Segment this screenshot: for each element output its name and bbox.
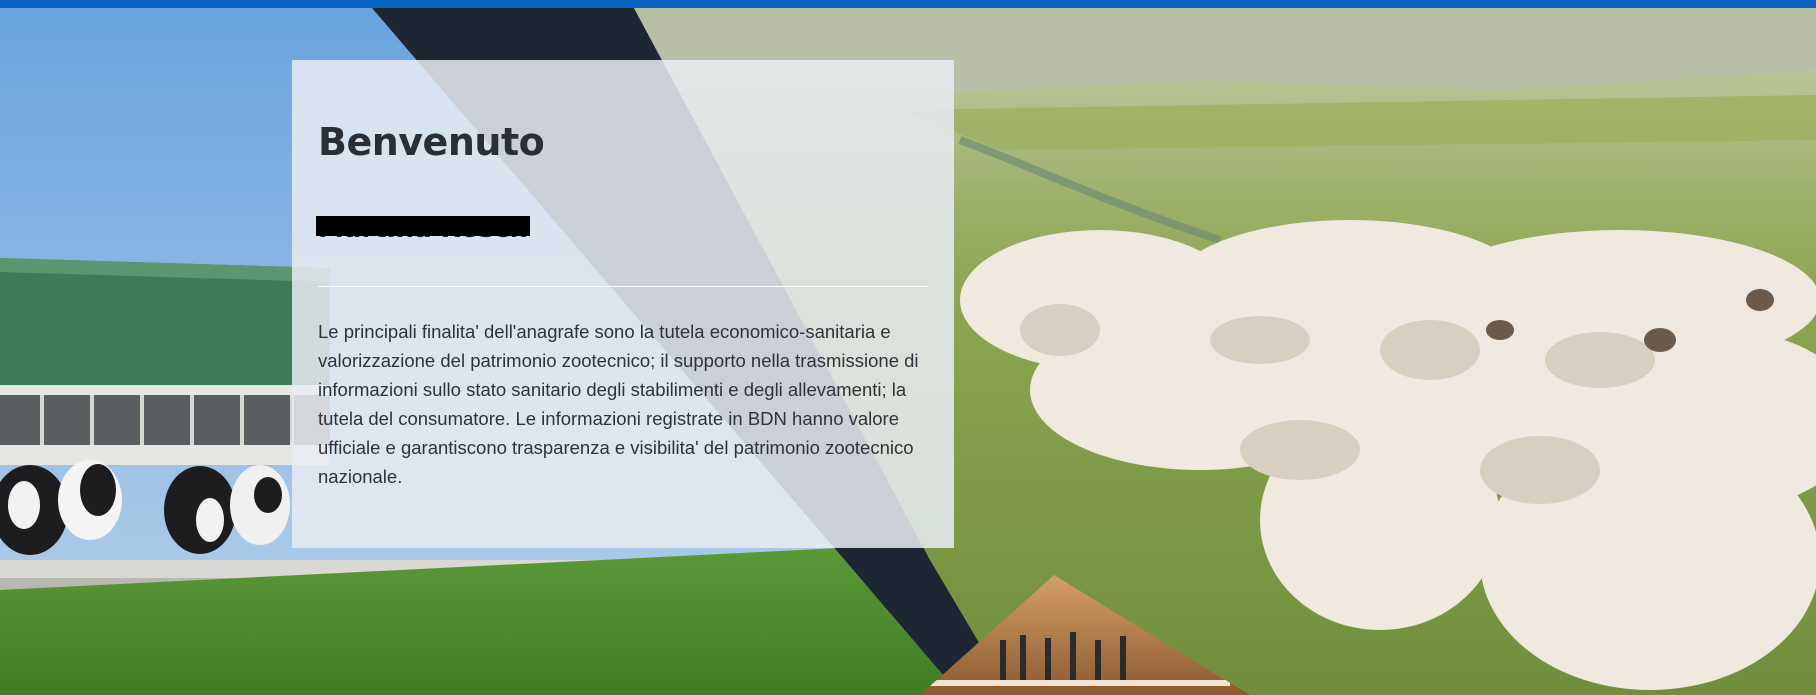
user-name: Martina Rosch — [316, 212, 530, 246]
welcome-card: Benvenuto Martina Rosch Le principali fi… — [292, 60, 954, 548]
description-text: Le principali finalita' dell'anagrafe so… — [318, 321, 919, 487]
page-title: Benvenuto — [318, 120, 545, 164]
card-divider — [318, 286, 928, 287]
redaction-bar — [316, 216, 530, 236]
hero-banner: Benvenuto Martina Rosch Le principali fi… — [0, 0, 1816, 695]
top-accent-bar — [0, 0, 1816, 8]
